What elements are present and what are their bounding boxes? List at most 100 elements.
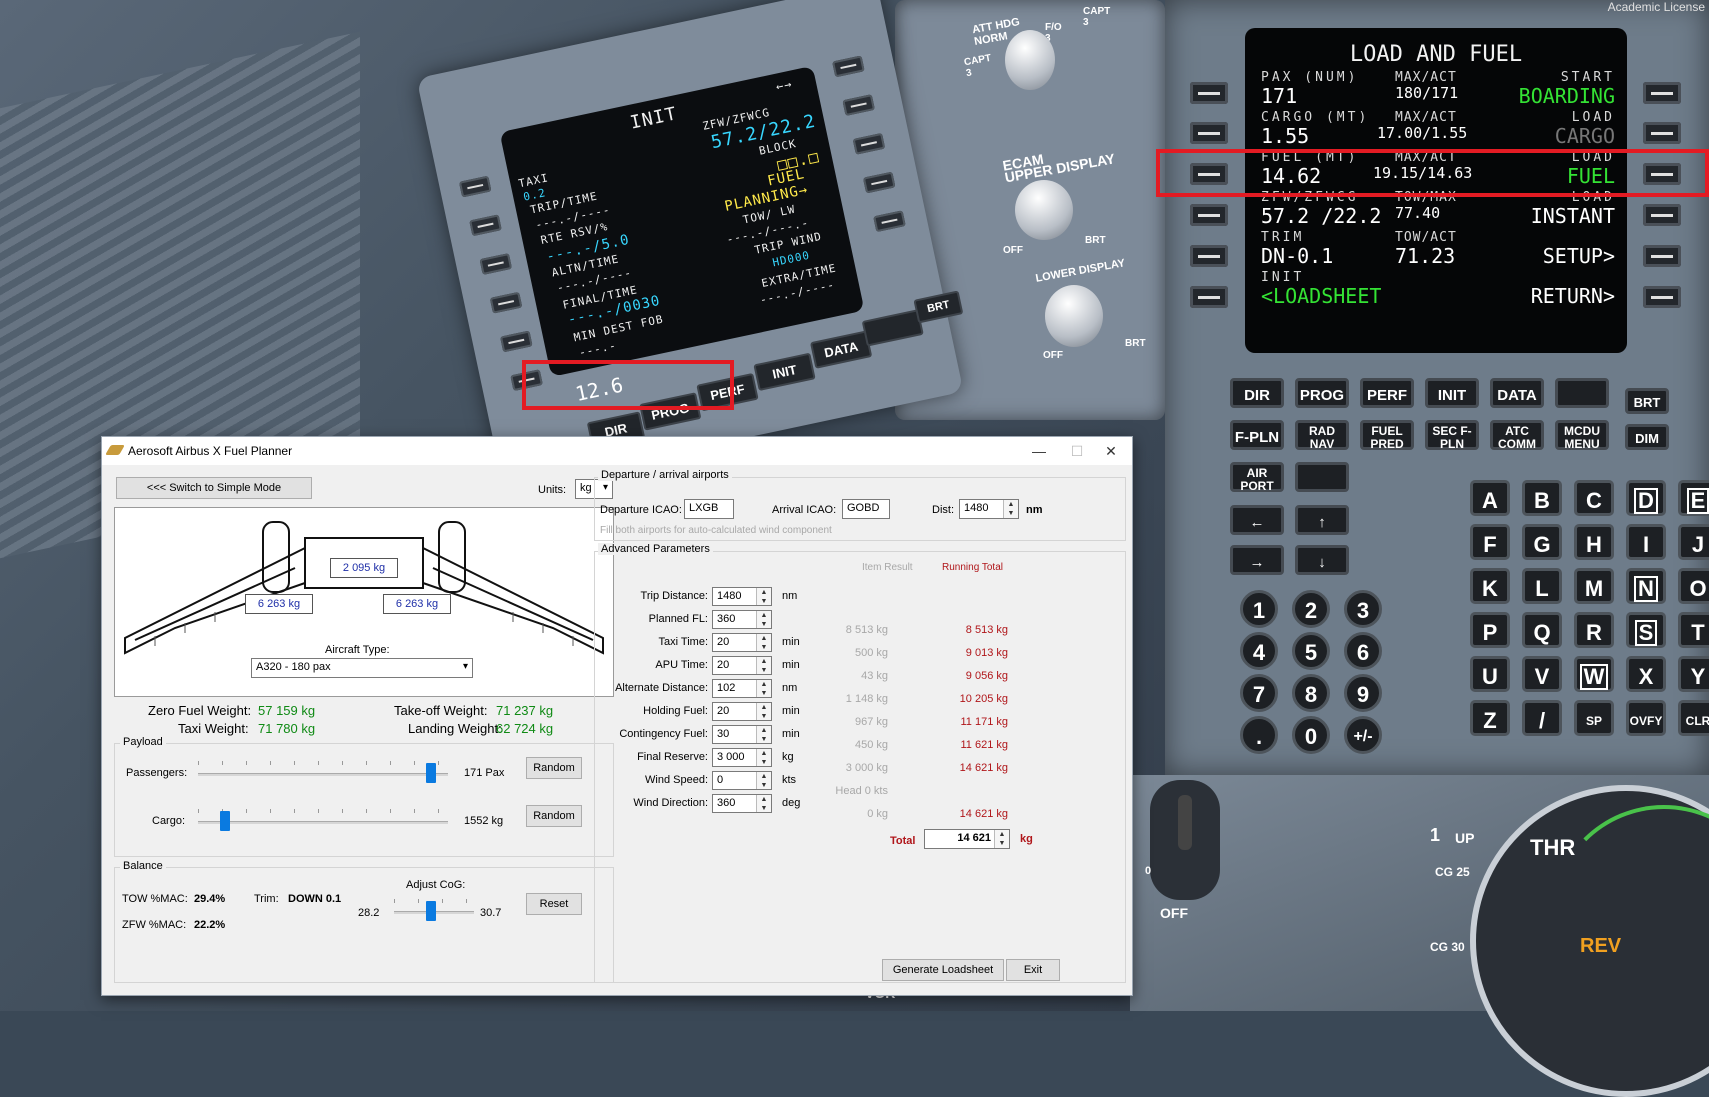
lsk-6l-right[interactable]: [1190, 286, 1228, 308]
key-num-3[interactable]: 3: [1344, 590, 1382, 628]
adv-row-spinner[interactable]: ▲ ▼: [756, 772, 771, 789]
key-slew-right[interactable]: →: [1230, 545, 1284, 575]
key-perf[interactable]: PERF: [1360, 378, 1414, 408]
lsk-3r-right[interactable]: [1643, 163, 1681, 185]
key-dim[interactable]: DIM: [1625, 424, 1669, 450]
lower-display-knob[interactable]: [1045, 285, 1103, 347]
lsk-5r-right[interactable]: [1643, 245, 1681, 267]
lsk-1l-right[interactable]: [1190, 82, 1228, 104]
adv-row-input[interactable]: 20 ▲ ▼: [712, 656, 772, 675]
departure-icao-input[interactable]: LXGB: [684, 499, 734, 519]
instant-prompt[interactable]: INSTANT: [1531, 204, 1615, 228]
lsk-4r[interactable]: [862, 171, 896, 194]
key-num-9[interactable]: 9: [1344, 674, 1382, 712]
key-num-5[interactable]: 5: [1292, 632, 1330, 670]
key-sec-fpln[interactable]: SEC F-PLN: [1425, 420, 1479, 451]
adv-row-input[interactable]: 1480 ▲ ▼: [712, 587, 772, 606]
adv-row-spinner[interactable]: ▲ ▼: [756, 657, 771, 674]
loadsheet-prompt[interactable]: <LOADSHEET: [1261, 284, 1381, 308]
passengers-slider[interactable]: [426, 763, 436, 783]
lsk-5l-right[interactable]: [1190, 245, 1228, 267]
key-clr[interactable]: CLR: [1678, 700, 1709, 736]
close-button[interactable]: ✕: [1096, 441, 1126, 461]
lsk-1r[interactable]: [832, 55, 865, 78]
left-key-blank[interactable]: [861, 309, 924, 347]
key-f[interactable]: F: [1470, 524, 1510, 560]
fuel-planning-prompt[interactable]: FUEL PLANNING→: [720, 166, 809, 215]
adv-row-spinner[interactable]: ▲ ▼: [756, 588, 771, 605]
adv-row-input[interactable]: 360 ▲ ▼: [712, 794, 772, 813]
adv-row-spinner[interactable]: ▲ ▼: [756, 726, 771, 743]
lsk-4l-right[interactable]: [1190, 204, 1228, 226]
left-key-init[interactable]: INIT: [753, 352, 816, 392]
adv-row-spinner[interactable]: ▲ ▼: [756, 795, 771, 812]
random-cargo-button[interactable]: Random: [526, 805, 582, 827]
lsk-6l[interactable]: [510, 369, 543, 392]
key-atc-comm[interactable]: ATC COMM: [1490, 420, 1544, 451]
key-num-8[interactable]: 8: [1292, 674, 1330, 712]
key-rad-nav[interactable]: RAD NAV: [1295, 420, 1349, 451]
dist-spinner[interactable]: ▲ ▼: [1003, 500, 1018, 518]
adv-row-input[interactable]: 20 ▲ ▼: [712, 633, 772, 652]
adv-row-input[interactable]: 30 ▲ ▼: [712, 725, 772, 744]
lsk-4l[interactable]: [489, 291, 523, 314]
key-prog[interactable]: PROG: [1295, 378, 1349, 408]
key-slew-down[interactable]: ↓: [1295, 545, 1349, 575]
adv-row-input[interactable]: 3 000 ▲ ▼: [712, 748, 772, 767]
key-num-1[interactable]: 1: [1240, 590, 1278, 628]
adv-row-spinner[interactable]: ▲ ▼: [756, 703, 771, 720]
key-w[interactable]: W: [1574, 656, 1614, 692]
lsk-4r-right[interactable]: [1643, 204, 1681, 226]
key-a[interactable]: A: [1470, 480, 1510, 516]
lsk-3l-right[interactable]: [1190, 163, 1228, 185]
left-key-perf[interactable]: PERF: [696, 372, 759, 412]
cargo-prompt[interactable]: CARGO: [1555, 124, 1615, 148]
att-hdg-knob[interactable]: [1005, 30, 1055, 90]
key-slash[interactable]: /: [1522, 700, 1562, 736]
key-m[interactable]: M: [1574, 568, 1614, 604]
total-input[interactable]: 14 621 ▲ ▼: [924, 829, 1010, 849]
lsk-1r-right[interactable]: [1643, 82, 1681, 104]
key-blank-1[interactable]: [1555, 378, 1609, 408]
key-o[interactable]: O: [1678, 568, 1709, 604]
key-b[interactable]: B: [1522, 480, 1562, 516]
lsk-6r-right[interactable]: [1643, 286, 1681, 308]
lsk-2l-right[interactable]: [1190, 122, 1228, 144]
key-e[interactable]: E: [1678, 480, 1709, 516]
key-slew-left[interactable]: ←: [1230, 505, 1284, 535]
key-n[interactable]: N: [1626, 568, 1666, 604]
key-l[interactable]: L: [1522, 568, 1562, 604]
setup-prompt[interactable]: SETUP>: [1543, 244, 1615, 268]
key-num-plusminus[interactable]: +/-: [1344, 716, 1382, 754]
key-x[interactable]: X: [1626, 656, 1666, 692]
adv-row-input[interactable]: 360 ▲ ▼: [712, 610, 772, 629]
boarding-prompt[interactable]: BOARDING: [1519, 84, 1615, 108]
adv-row-spinner[interactable]: ▲ ▼: [756, 749, 771, 766]
lsk-2r[interactable]: [842, 94, 876, 117]
key-dir[interactable]: DIR: [1230, 378, 1284, 408]
key-blank-2[interactable]: [1295, 462, 1349, 492]
key-z[interactable]: Z: [1470, 700, 1510, 736]
cog-slider[interactable]: [425, 901, 436, 921]
lsk-3l[interactable]: [479, 253, 513, 275]
window-titlebar[interactable]: Aerosoft Airbus X Fuel Planner — ☐ ✕: [102, 437, 1132, 465]
adv-row-spinner[interactable]: ▲ ▼: [756, 680, 771, 697]
key-num-6[interactable]: 6: [1344, 632, 1382, 670]
key-i[interactable]: I: [1626, 524, 1666, 560]
key-t[interactable]: T: [1678, 612, 1709, 648]
arrival-icao-input[interactable]: GOBD: [842, 499, 890, 519]
minimize-button[interactable]: —: [1024, 441, 1054, 461]
key-fuel-pred[interactable]: FUEL PRED: [1360, 420, 1414, 451]
maximize-button[interactable]: ☐: [1062, 441, 1092, 461]
key-g[interactable]: G: [1522, 524, 1562, 560]
lsk-5l[interactable]: [499, 330, 533, 353]
key-num-0[interactable]: 0: [1292, 716, 1330, 754]
key-d[interactable]: D: [1626, 480, 1666, 516]
key-num-2[interactable]: 2: [1292, 590, 1330, 628]
key-mcdu-menu[interactable]: MCDU MENU: [1555, 420, 1609, 451]
key-airport[interactable]: AIR PORT: [1230, 462, 1284, 493]
key-data[interactable]: DATA: [1490, 378, 1544, 408]
key-c[interactable]: C: [1574, 480, 1614, 516]
key-v[interactable]: V: [1522, 656, 1562, 692]
lsk-3r[interactable]: [852, 132, 886, 155]
